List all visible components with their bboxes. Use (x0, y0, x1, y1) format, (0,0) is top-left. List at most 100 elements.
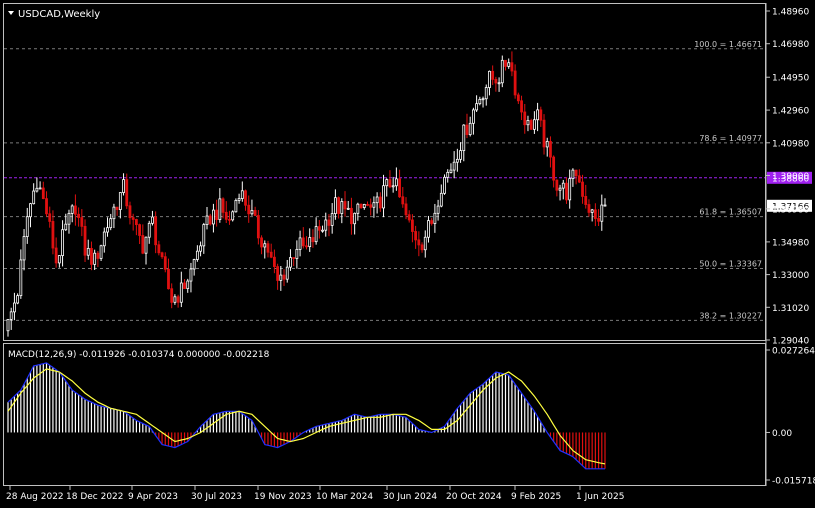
candle-body (237, 198, 241, 201)
candle-body (561, 182, 565, 189)
candle-body (593, 209, 597, 219)
candle-body (80, 217, 84, 227)
candle-body (558, 187, 562, 191)
candle-body (179, 282, 183, 303)
candle-body (276, 266, 280, 281)
candle-body (176, 296, 180, 303)
triangle-down-icon[interactable] (8, 11, 14, 15)
candle-body (433, 212, 437, 224)
candle-body (240, 190, 244, 199)
macd-tick-label: 0.00 (772, 429, 792, 439)
candle-body (407, 214, 411, 221)
candle-body (90, 248, 93, 265)
time-tick-label: 30 Jun 2024 (383, 492, 437, 502)
fibonacci-layer: 100.0 = 1.46671 78.6 = 1.40977 61.8 = 1.36… (4, 40, 812, 321)
candle-body (411, 219, 414, 232)
price-tick-label: 1.46980 (772, 40, 809, 50)
candle-body (244, 190, 247, 206)
price-tick-label: 1.33000 (772, 271, 809, 281)
candle-body (507, 62, 511, 67)
candle-body (128, 205, 132, 219)
candle-body (93, 252, 97, 265)
candle-body (436, 205, 440, 214)
candle-body (115, 206, 119, 210)
price-tick-label: 1.29040 (772, 337, 809, 347)
candle-body (205, 215, 209, 225)
candle-body (542, 119, 546, 148)
candle-body (234, 200, 238, 213)
candle-body (552, 156, 556, 181)
candle-body (504, 59, 507, 67)
fib-level-label: 78.6 = 1.40977 (699, 134, 762, 143)
macd-axis-layer: 0.027264 0.00 -0.015718 (766, 347, 815, 487)
candle-body (311, 237, 315, 243)
candle-body (282, 274, 286, 280)
candle-body (247, 204, 251, 215)
candle-body (427, 220, 430, 238)
candle-body (13, 302, 16, 313)
candle-body (478, 98, 482, 105)
candle-body (301, 237, 305, 247)
candle-body (57, 255, 61, 264)
candle-body (359, 203, 363, 208)
price-tick-label: 1.36980 (772, 205, 809, 215)
time-tick-label: 9 Feb 2025 (511, 492, 561, 502)
candle-body (362, 204, 366, 208)
candle-body (228, 218, 231, 221)
candle-body (173, 296, 177, 303)
candle-body (565, 182, 568, 201)
candle-body (468, 122, 472, 135)
macd-label: MACD(12,26,9) -0.011926 -0.010374 0.0000… (8, 350, 270, 360)
candle-body (292, 257, 296, 259)
candle-body (250, 210, 254, 215)
candle-body (404, 203, 408, 216)
candle-body (35, 187, 39, 192)
candle-body (160, 252, 164, 258)
candle-body (516, 94, 520, 102)
candle-body (22, 236, 26, 261)
candle-body (452, 161, 456, 171)
candle-body (446, 171, 450, 178)
candle-body (125, 179, 129, 207)
macd-tick-label: -0.015718 (772, 477, 815, 487)
fib-level-label: 100.0 = 1.46671 (694, 40, 762, 49)
candle-body (430, 220, 434, 224)
fib-level-label: 50.0 = 1.33367 (699, 260, 762, 269)
candle-body (269, 251, 273, 258)
candle-body (144, 236, 148, 254)
candle-body (398, 178, 401, 198)
time-tick-label: 18 Dec 2022 (66, 492, 124, 502)
candle-body (394, 178, 398, 187)
candle-body (330, 213, 334, 226)
candle-body (208, 215, 212, 225)
candle-body (414, 231, 418, 241)
candle-body (64, 223, 68, 231)
candle-body (199, 245, 202, 252)
candle-body (494, 78, 498, 84)
candle-body (401, 196, 405, 205)
candle-body (305, 245, 308, 248)
candle-body (183, 282, 186, 289)
candle-body (289, 257, 292, 268)
candle-body (472, 109, 475, 124)
candle-body (587, 204, 591, 213)
candle-body (48, 213, 52, 222)
candle-body (41, 187, 45, 200)
candle-body (154, 216, 158, 246)
price-tick-label: 1.39000 (772, 172, 809, 182)
candle-body (568, 178, 572, 201)
candle-body (157, 244, 161, 254)
candle-body (131, 217, 135, 220)
candle-body (346, 207, 350, 210)
candle-body (67, 212, 71, 225)
candle-body (555, 179, 559, 191)
candle-body (83, 225, 87, 256)
candle-body (439, 192, 443, 207)
candle-body (369, 204, 373, 208)
candle-body (32, 190, 36, 205)
price-tick-label: 1.42960 (772, 107, 809, 117)
candle-body (112, 206, 116, 220)
candle-body (147, 222, 151, 238)
candle-body (266, 243, 270, 253)
time-tick-label: 20 Oct 2024 (446, 492, 502, 502)
